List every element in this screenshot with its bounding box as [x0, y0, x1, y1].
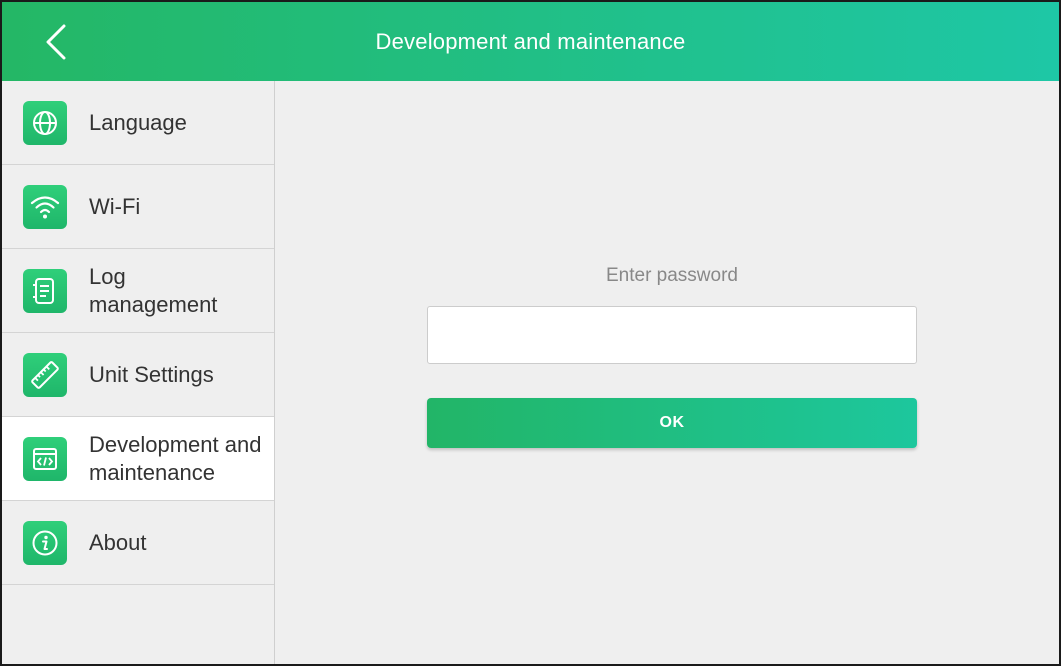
sidebar-item-development-maintenance[interactable]: Development and maintenance [2, 417, 274, 501]
sidebar-item-about[interactable]: About [2, 501, 274, 585]
sidebar-item-label: Unit Settings [89, 361, 214, 387]
sidebar-item-label: Development and maintenance [89, 431, 262, 485]
page-title: Development and maintenance [375, 28, 686, 54]
top-bar: Development and maintenance [2, 2, 1059, 81]
sidebar: Language Wi-Fi Log management Unit Setti… [2, 81, 275, 664]
back-button[interactable] [36, 20, 76, 64]
wifi-icon [23, 184, 67, 229]
sidebar-item-unit-settings[interactable]: Unit Settings [2, 333, 274, 417]
main-content: Enter password OK [275, 81, 1059, 664]
sidebar-item-language[interactable]: Language [2, 81, 274, 165]
code-icon [23, 436, 67, 481]
settings-window: Development and maintenance Language Wi-… [0, 0, 1061, 666]
ok-button[interactable]: OK [427, 398, 917, 448]
sidebar-item-log-management[interactable]: Log management [2, 249, 274, 333]
password-input[interactable] [427, 306, 917, 364]
sidebar-item-label: Language [89, 109, 187, 135]
chevron-left-icon [46, 24, 66, 60]
sidebar-item-label: About [89, 529, 147, 555]
password-label: Enter password [605, 265, 738, 286]
info-icon [23, 520, 67, 565]
globe-icon [23, 100, 67, 145]
ruler-icon [23, 352, 67, 397]
sidebar-item-wifi[interactable]: Wi-Fi [2, 165, 274, 249]
log-icon [23, 268, 67, 313]
sidebar-item-label: Wi-Fi [89, 193, 141, 219]
sidebar-item-label: Log management [89, 263, 218, 317]
